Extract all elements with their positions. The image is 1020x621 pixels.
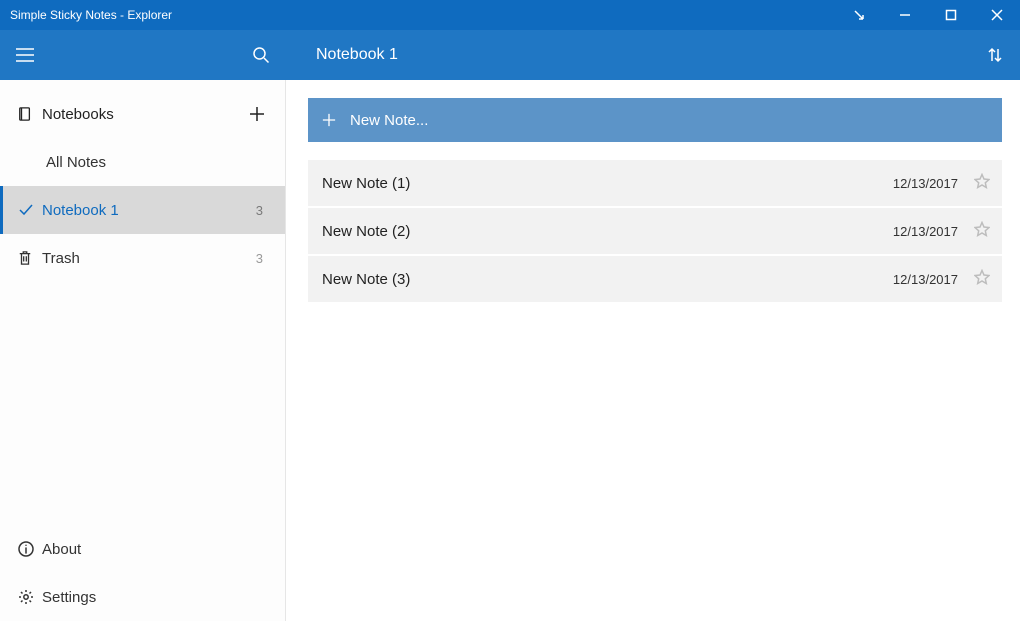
sidebar-item-label: All Notes <box>46 154 263 171</box>
new-note-label: New Note... <box>350 112 428 129</box>
close-button[interactable] <box>974 0 1020 30</box>
sidebar-item-trash[interactable]: Trash 3 <box>0 234 285 282</box>
main-panel: New Note... New Note (1)12/13/2017New No… <box>286 80 1020 621</box>
about-button[interactable]: About <box>0 525 285 573</box>
star-icon[interactable] <box>974 173 990 193</box>
menu-button[interactable] <box>0 30 50 80</box>
sidebar-item-notebook-1[interactable]: Notebook 1 3 <box>0 186 285 234</box>
plus-icon <box>322 113 336 127</box>
sidebar-item-label: Notebook 1 <box>42 202 256 219</box>
new-note-button[interactable]: New Note... <box>308 98 1002 142</box>
window-titlebar: Simple Sticky Notes - Explorer <box>0 0 1020 30</box>
settings-label: Settings <box>42 589 96 606</box>
notebook-icon <box>18 106 42 122</box>
note-row[interactable]: New Note (3)12/13/2017 <box>308 256 1002 302</box>
settings-button[interactable]: Settings <box>0 573 285 621</box>
resize-diagonal-icon[interactable] <box>836 0 882 30</box>
notebooks-header-label: Notebooks <box>42 106 245 123</box>
window-title: Simple Sticky Notes - Explorer <box>10 8 836 22</box>
note-row[interactable]: New Note (2)12/13/2017 <box>308 208 1002 254</box>
note-title: New Note (2) <box>322 223 893 240</box>
trash-icon <box>18 250 42 266</box>
note-row[interactable]: New Note (1)12/13/2017 <box>308 160 1002 206</box>
notes-list: New Note (1)12/13/2017New Note (2)12/13/… <box>308 160 1002 302</box>
sort-button[interactable] <box>970 30 1020 80</box>
topbar: Notebook 1 <box>0 30 1020 80</box>
sidebar-item-label: Trash <box>42 250 256 267</box>
minimize-button[interactable] <box>882 0 928 30</box>
note-title: New Note (3) <box>322 271 893 288</box>
star-icon[interactable] <box>974 269 990 289</box>
maximize-button[interactable] <box>928 0 974 30</box>
note-date: 12/13/2017 <box>893 272 958 287</box>
about-label: About <box>42 541 81 558</box>
add-notebook-button[interactable] <box>245 106 269 122</box>
note-title: New Note (1) <box>322 175 893 192</box>
sidebar: Notebooks All Notes Notebook 1 3 Trash 3 <box>0 80 286 621</box>
sidebar-item-count: 3 <box>256 251 269 266</box>
gear-icon <box>18 589 42 605</box>
info-icon <box>18 541 42 557</box>
note-date: 12/13/2017 <box>893 176 958 191</box>
check-icon <box>18 202 42 218</box>
topbar-title: Notebook 1 <box>286 46 970 64</box>
star-icon[interactable] <box>974 221 990 241</box>
note-date: 12/13/2017 <box>893 224 958 239</box>
search-button[interactable] <box>236 30 286 80</box>
sidebar-item-all-notes[interactable]: All Notes <box>0 138 285 186</box>
notebooks-header[interactable]: Notebooks <box>0 90 285 138</box>
sidebar-item-count: 3 <box>256 203 269 218</box>
